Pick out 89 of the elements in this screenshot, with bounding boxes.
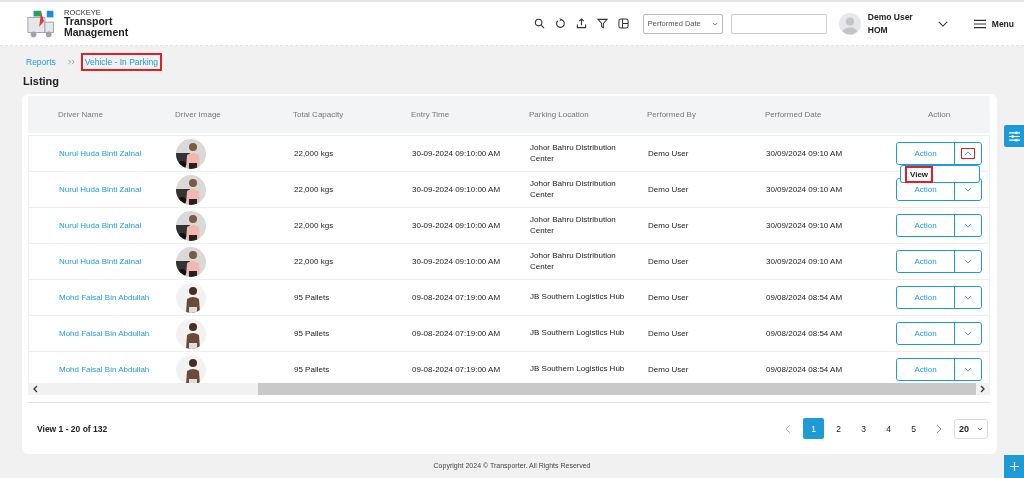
- refresh-icon[interactable]: [554, 18, 566, 29]
- table-cell-text: Demo User: [648, 257, 690, 266]
- table-cell-text: Johor Bahru Distribution Center: [530, 251, 617, 272]
- table-cell-text: 30-09-2024 09:10:00 AM: [412, 149, 502, 158]
- driver-name-link[interactable]: Mohd Faisal Bin Abdullah: [29, 329, 176, 338]
- driver-name-link[interactable]: Nurul Huda Binti Zainal: [29, 149, 176, 158]
- table-cell-text: 30-09-2024 09:10:00 AM: [412, 221, 502, 230]
- chevron-down-icon: [977, 426, 983, 431]
- table-cell-text: Demo User: [648, 293, 690, 302]
- driver-name-link[interactable]: Nurul Huda Binti Zainal: [29, 257, 176, 266]
- table-cell-text: Demo User: [648, 221, 690, 230]
- column-header: Driver Name: [57, 110, 104, 119]
- column-header: Performed Date: [765, 110, 823, 119]
- table-cell-text: 09-08-2024 07:19:00 AM: [412, 365, 502, 374]
- table-cell-text: JB Southern Logistics Hub: [530, 292, 626, 303]
- page-title: Listing: [22, 74, 61, 87]
- menu-icon: [973, 18, 986, 29]
- chevron-down-icon: [711, 21, 718, 26]
- breadcrumb-separator-icon: [67, 59, 75, 65]
- action-button[interactable]: Action: [897, 215, 955, 236]
- driver-name-link[interactable]: Nurul Huda Binti Zainal: [29, 185, 176, 194]
- action-button[interactable]: Action: [897, 143, 955, 164]
- action-button[interactable]: Action: [897, 359, 955, 380]
- table-cell-text: 09/08/2024 08:54 AM: [766, 329, 844, 338]
- table-cell-text: JB Southern Logistics Hub: [530, 328, 626, 339]
- driver-name-link[interactable]: Mohd Faisal Bin Abdullah: [29, 365, 176, 374]
- scroll-left-icon[interactable]: [32, 385, 38, 393]
- column-header: Driver Image: [175, 110, 222, 119]
- action-button[interactable]: Action: [897, 251, 955, 272]
- scroll-right-icon[interactable]: [980, 385, 986, 393]
- date-input-field[interactable]: [730, 13, 827, 34]
- driver-name-link[interactable]: Nurul Huda Binti Zainal: [29, 221, 176, 230]
- user-role: HOM: [867, 23, 889, 37]
- columns-icon[interactable]: [617, 18, 629, 29]
- table-cell-text: 95 Pallets: [294, 293, 331, 302]
- table-cell-text: Demo User: [648, 329, 690, 338]
- plus-icon: [1009, 462, 1019, 471]
- sliders-icon: [1008, 130, 1020, 142]
- column-header: Performed By: [647, 110, 697, 119]
- horizontal-scrollbar[interactable]: [28, 383, 990, 395]
- table-cell-text: 95 Pallets: [294, 329, 331, 338]
- table-cell-text: 30-09-2024 09:10:00 AM: [412, 185, 502, 194]
- view-menu-item[interactable]: View: [905, 165, 934, 183]
- menu-button[interactable]: Menu: [973, 18, 1014, 29]
- table-cell-text: 09-08-2024 07:19:00 AM: [412, 329, 502, 338]
- table-cell-text: 22,000 kgs: [294, 257, 335, 266]
- table-cell-text: 30/09/2024 09:10 AM: [766, 257, 844, 266]
- next-page-icon[interactable]: [936, 423, 942, 434]
- table-cell-text: Demo User: [648, 149, 690, 158]
- table-cell-text: 09-08-2024 07:19:00 AM: [412, 293, 502, 302]
- avatar-icon: [838, 12, 861, 35]
- action-button[interactable]: Action: [897, 287, 955, 308]
- menu-label: Menu: [991, 18, 1014, 29]
- previous-page-icon[interactable]: [785, 423, 791, 434]
- table-cell-text: 22,000 kgs: [294, 185, 335, 194]
- table-cell-text: 22,000 kgs: [294, 149, 335, 158]
- breadcrumb-link[interactable]: Vehicle - In Parking: [80, 53, 162, 71]
- brand-title: Transport Management: [64, 16, 130, 39]
- user-name: Demo User: [867, 10, 914, 24]
- table-cell-text: 09/08/2024 08:54 AM: [766, 293, 844, 302]
- breadcrumb-link[interactable]: Reports: [22, 53, 60, 71]
- table-cell-text: 09/08/2024 08:54 AM: [766, 365, 844, 374]
- driver-name-link[interactable]: Mohd Faisal Bin Abdullah: [29, 293, 176, 302]
- table-cell-text: JB Southern Logistics Hub: [530, 364, 626, 375]
- table-cell-text: 30/09/2024 09:10 AM: [766, 185, 844, 194]
- table-cell-text: 30/09/2024 09:10 AM: [766, 149, 844, 158]
- table-cell-text: Johor Bahru Distribution Center: [530, 179, 617, 200]
- column-header: Parking Location: [529, 110, 590, 119]
- page-button[interactable]: 1: [803, 418, 824, 439]
- table-cell-text: Demo User: [648, 365, 690, 374]
- table-cell-text: Johor Bahru Distribution Center: [530, 215, 617, 236]
- page-size-select[interactable]: 20: [954, 418, 988, 439]
- filter-icon[interactable]: [596, 18, 608, 29]
- table-cell-text: 95 Pallets: [294, 365, 331, 374]
- table-cell-text: 30-09-2024 09:10:00 AM: [412, 257, 502, 266]
- add-button[interactable]: [1004, 455, 1024, 478]
- upload-icon[interactable]: [575, 18, 587, 29]
- column-header: Entry Time: [411, 110, 451, 119]
- column-header: Action: [926, 110, 952, 119]
- table-cell-text: Johor Bahru Distribution Center: [530, 143, 617, 164]
- table-cell-text: Demo User: [648, 185, 690, 194]
- table-cell-text: 30/09/2024 09:10 AM: [766, 221, 844, 230]
- settings-button[interactable]: [1004, 125, 1024, 147]
- search-icon[interactable]: [533, 18, 545, 29]
- action-button[interactable]: Action: [897, 323, 955, 344]
- column-header: Total Capacity: [293, 110, 345, 119]
- record-summary: View 1 - 20 of 132: [37, 423, 108, 434]
- chevron-down-icon[interactable]: [937, 20, 948, 27]
- table-cell-text: 22,000 kgs: [294, 221, 335, 230]
